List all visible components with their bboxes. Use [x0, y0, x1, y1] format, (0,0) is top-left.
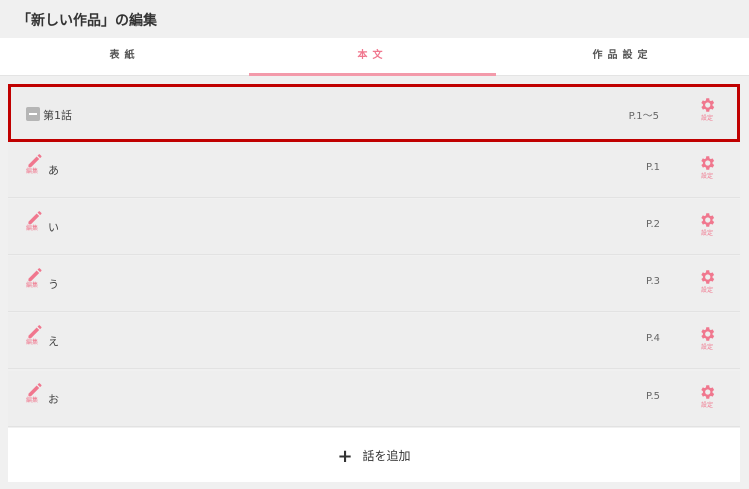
episode-title: あ [48, 164, 59, 177]
edit-caption: 編集 [26, 168, 39, 175]
episode-settings-button[interactable]: 設定 [694, 154, 720, 186]
page-header: 「新しい作品」の編集 [0, 0, 749, 38]
gear-icon [701, 327, 715, 341]
edit-button[interactable]: 編集 [26, 209, 48, 241]
pencil-icon [28, 325, 42, 339]
chapter-pages: P.1〜5 [628, 111, 659, 122]
pencil-icon [28, 154, 42, 168]
settings-caption: 設定 [700, 173, 713, 180]
editor-page: 「新しい作品」の編集 表紙 本文 作品設定 第1話 P.1〜5 設定 編集 あ … [0, 0, 749, 489]
chapter-row[interactable]: 第1話 P.1〜5 設定 [8, 84, 740, 142]
edit-caption: 編集 [26, 397, 39, 404]
episode-settings-button[interactable]: 設定 [694, 325, 720, 357]
episode-title: お [48, 393, 59, 406]
episode-page: P.5 [645, 391, 660, 402]
page-title: 「新しい作品」の編集 [17, 13, 157, 29]
add-episode-button[interactable]: + 話を追加 [8, 428, 740, 482]
edit-button[interactable]: 編集 [26, 323, 48, 355]
episode-page: P.1 [645, 162, 660, 173]
settings-caption: 設定 [700, 230, 713, 237]
episode-row: 編集 い P.2 設定 [8, 199, 740, 255]
chapter-title: 第1話 [43, 109, 72, 122]
add-episode-label: 話を追加 [362, 449, 411, 463]
pencil-icon [28, 211, 42, 225]
episode-title: う [48, 278, 59, 291]
episode-row: 編集 あ P.1 設定 [8, 142, 740, 198]
settings-caption: 設定 [700, 344, 713, 351]
episode-settings-button[interactable]: 設定 [694, 383, 720, 415]
tab-cover[interactable]: 表紙 [0, 38, 249, 76]
episode-row: 編集 え P.4 設定 [8, 313, 740, 369]
episode-page: P.4 [645, 333, 660, 344]
edit-button[interactable]: 編集 [26, 266, 48, 298]
gear-icon [701, 270, 715, 284]
gear-icon [701, 385, 715, 399]
edit-caption: 編集 [26, 225, 39, 232]
tab-body[interactable]: 本文 [249, 38, 496, 76]
settings-caption: 設定 [700, 287, 713, 294]
episode-title: え [48, 335, 59, 348]
gear-icon [701, 98, 715, 112]
settings-caption: 設定 [700, 402, 713, 409]
tab-bar: 表紙 本文 作品設定 [0, 38, 749, 76]
pencil-icon [28, 268, 42, 282]
episode-page: P.3 [645, 276, 660, 287]
chapter-settings-button[interactable]: 設定 [694, 96, 720, 128]
edit-caption: 編集 [26, 282, 39, 289]
episode-row: 編集 う P.3 設定 [8, 256, 740, 312]
gear-icon [701, 213, 715, 227]
gear-icon [701, 156, 715, 170]
collapse-icon[interactable] [26, 107, 40, 121]
edit-caption: 編集 [26, 339, 39, 346]
edit-button[interactable]: 編集 [26, 381, 48, 413]
episode-title: い [48, 221, 59, 234]
tab-work-settings[interactable]: 作品設定 [496, 38, 749, 76]
edit-button[interactable]: 編集 [26, 152, 48, 184]
plus-icon: + [337, 446, 353, 467]
pencil-icon [28, 383, 42, 397]
add-episode-content: + 話を追加 [8, 446, 740, 467]
episode-page: P.2 [645, 219, 660, 230]
episode-settings-button[interactable]: 設定 [694, 211, 720, 243]
settings-caption: 設定 [700, 115, 713, 122]
episode-row: 編集 お P.5 設定 [8, 371, 740, 427]
episode-settings-button[interactable]: 設定 [694, 268, 720, 300]
